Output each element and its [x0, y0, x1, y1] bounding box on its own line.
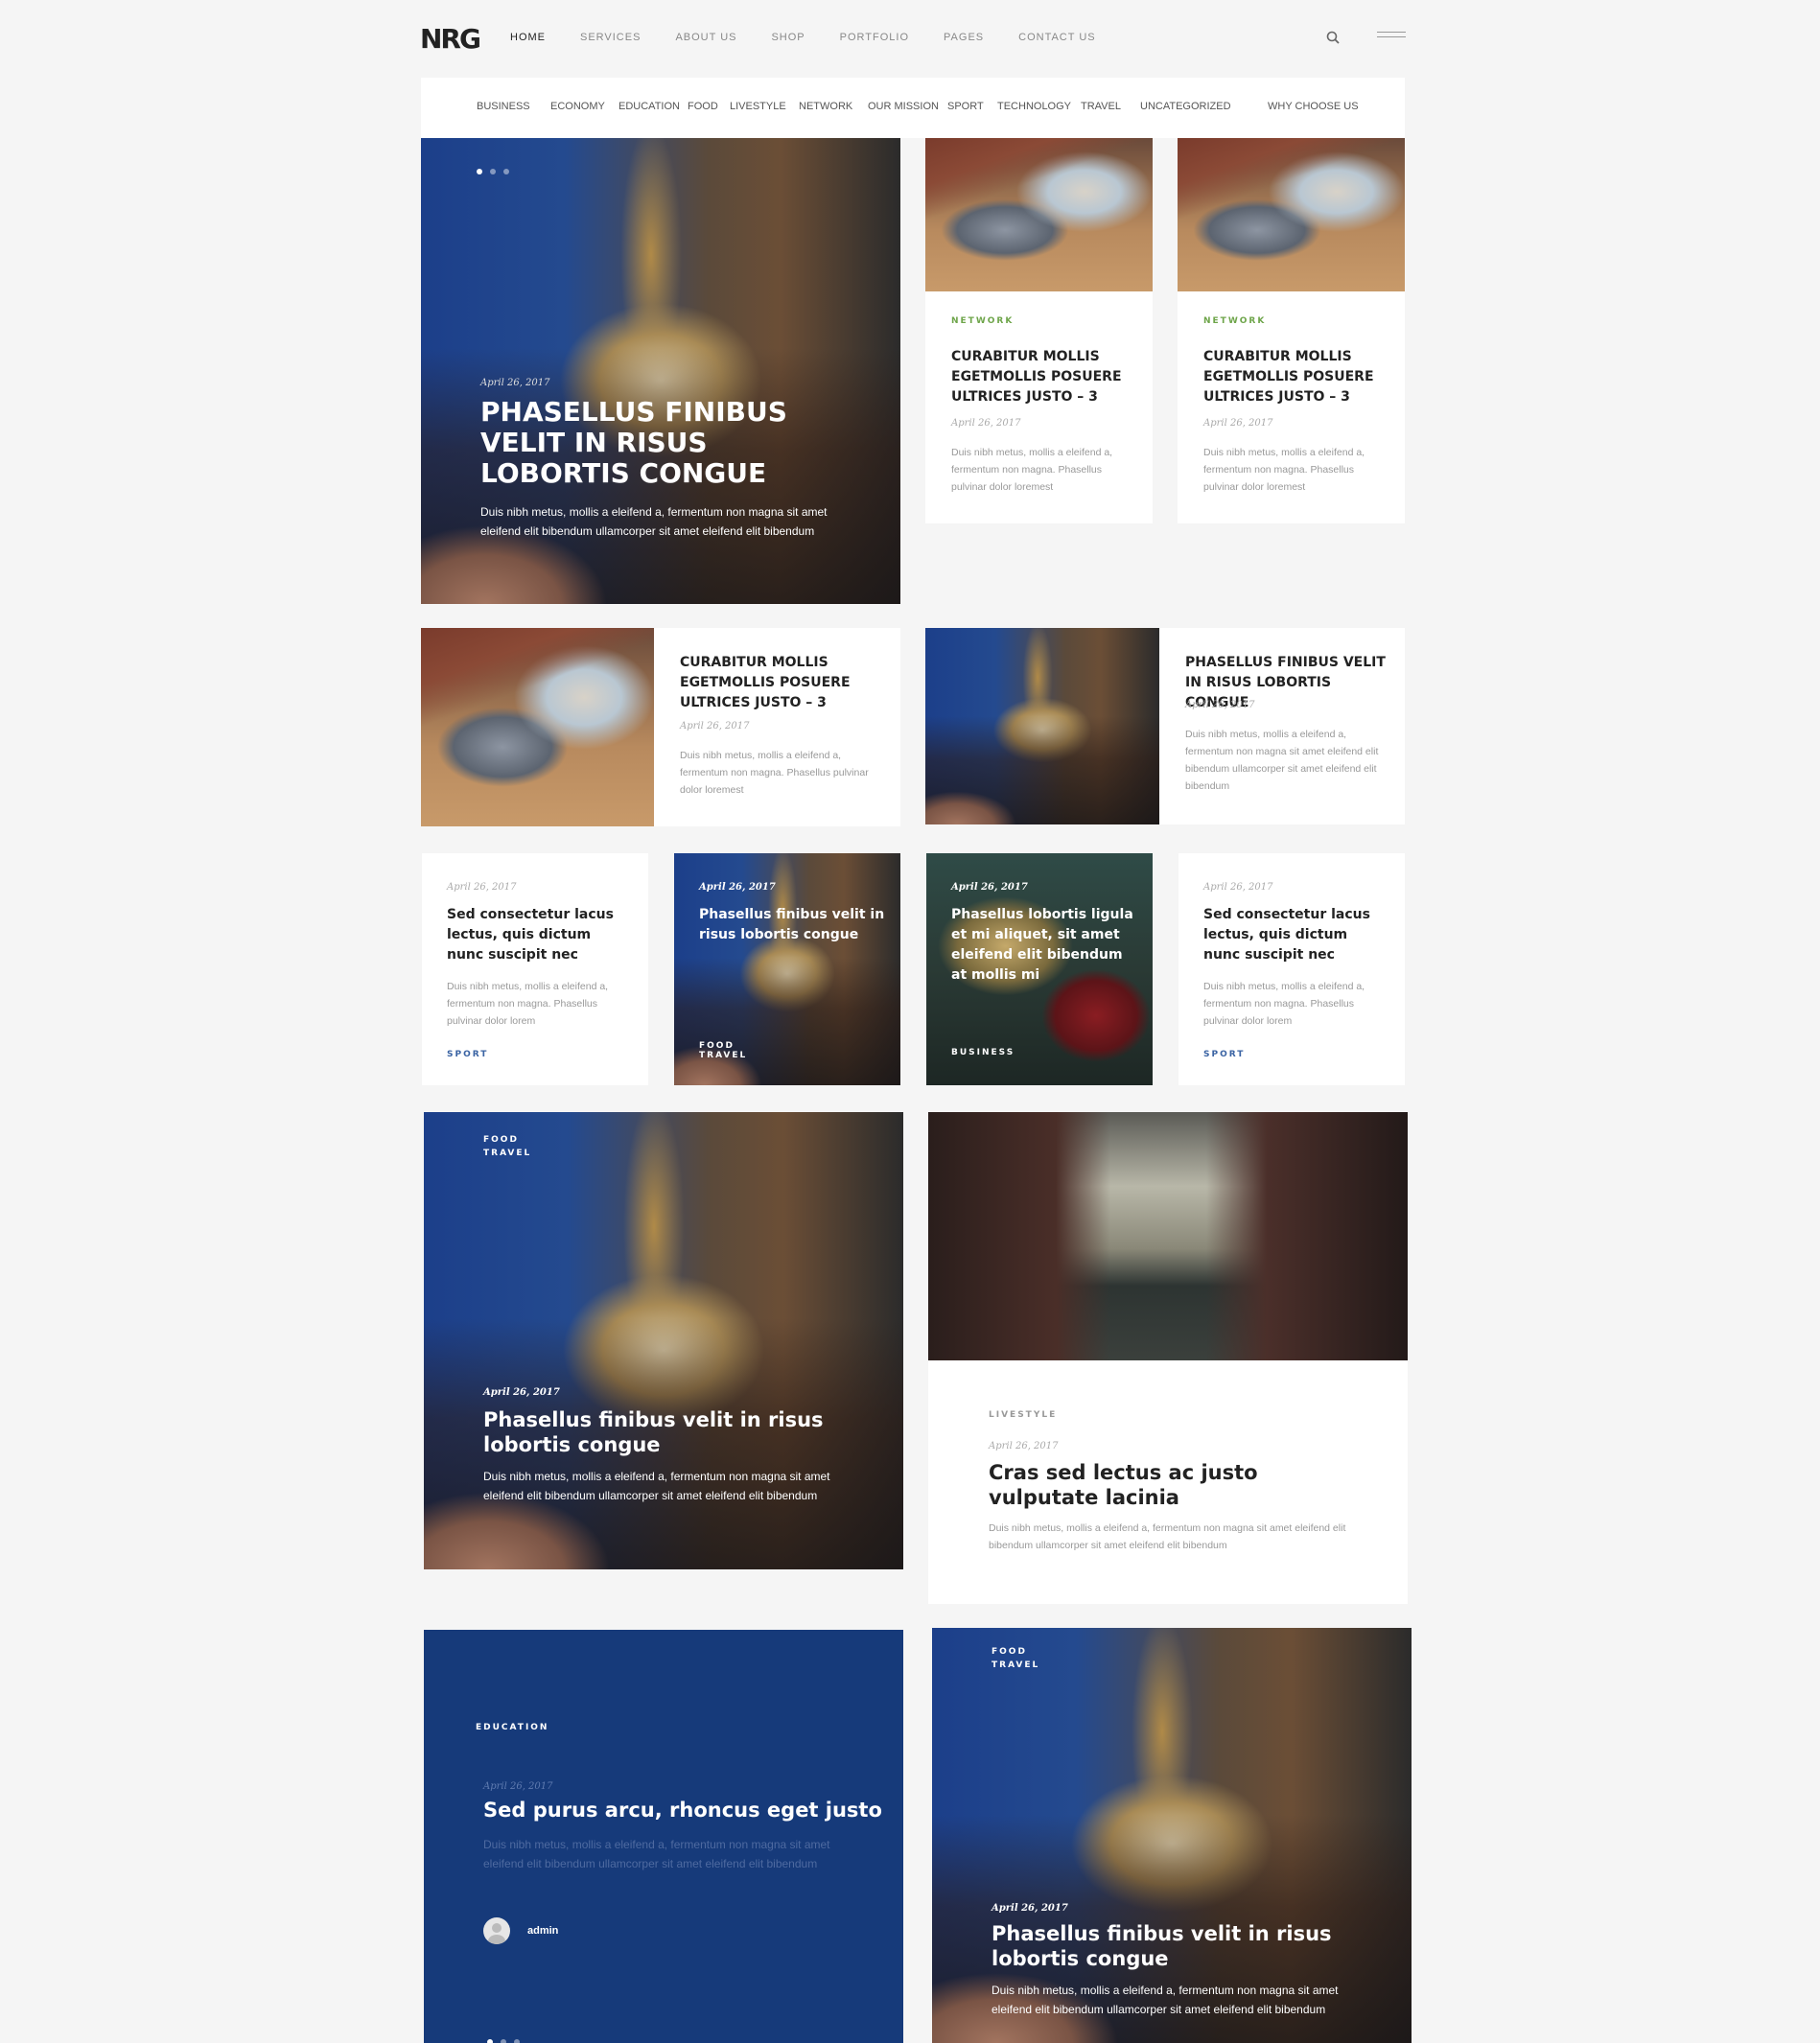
post-card-image[interactable]: April 26, 2017 Phasellus lobortis ligula…	[926, 853, 1153, 1085]
post-date: April 26, 2017	[680, 721, 750, 731]
post-excerpt: Duis nibh metus, mollis a eleifend a, fe…	[989, 1522, 1346, 1551]
author-name[interactable]: admin	[527, 1925, 558, 1937]
post-title[interactable]: Cras sed lectus ac justo vulputate lacin…	[989, 1460, 1372, 1510]
nav-portfolio[interactable]: PORTFOLIO	[840, 32, 909, 43]
user-icon	[488, 1923, 505, 1944]
post-date: April 26, 2017	[1203, 882, 1273, 893]
post-title[interactable]: CURABITUR MOLLIS EGETMOLLIS POSUERE ULTR…	[680, 653, 872, 713]
post-category[interactable]: SPORT	[1203, 1050, 1245, 1059]
post-category[interactable]: FOOD TRAVEL	[992, 1645, 1039, 1672]
cat-why-choose-us[interactable]: WHY CHOOSE US	[1268, 101, 1359, 112]
post-card-horizontal[interactable]: PHASELLUS FINIBUS VELIT IN RISUS LOBORTI…	[925, 628, 1405, 824]
post-excerpt: Duis nibh metus, mollis a eleifend a, fe…	[992, 1984, 1339, 2016]
slider-dots[interactable]	[487, 2032, 527, 2043]
cat-travel[interactable]: TRAVEL	[1081, 101, 1121, 112]
post-card-small[interactable]: April 26, 2017 Sed consectetur lacus lec…	[422, 853, 648, 1085]
post-image[interactable]	[421, 628, 654, 826]
cat-food[interactable]: FOOD	[688, 101, 718, 112]
post-excerpt: Duis nibh metus, mollis a eleifend a, fe…	[447, 981, 609, 1027]
cat-technology[interactable]: TECHNOLOGY	[997, 101, 1071, 112]
menu-icon[interactable]	[1377, 32, 1406, 41]
post-image[interactable]	[1178, 138, 1405, 291]
post-date: April 26, 2017	[992, 1903, 1068, 1914]
hero-slide[interactable]: April 26, 2017 PHASELLUS FINIBUS VELIT I…	[421, 138, 900, 604]
post-excerpt: Duis nibh metus, mollis a eleifend a, fe…	[1185, 729, 1379, 792]
nav-contact-us[interactable]: CONTACT US	[1018, 32, 1096, 43]
hero-title[interactable]: PHASELLUS FINIBUS VELIT IN RISUS LOBORTI…	[480, 397, 845, 489]
post-category[interactable]: EDUCATION	[476, 1723, 548, 1732]
post-category[interactable]: NETWORK	[1203, 316, 1266, 326]
cat-sport[interactable]: SPORT	[947, 101, 984, 112]
hero-excerpt: Duis nibh metus, mollis a eleifend a, fe…	[480, 505, 828, 538]
post-title[interactable]: Phasellus finibus velit in risus loborti…	[483, 1407, 848, 1457]
post-date: April 26, 2017	[483, 1781, 553, 1792]
cat-livestyle[interactable]: LIVESTYLE	[730, 101, 786, 112]
post-category[interactable]: SPORT	[447, 1050, 488, 1059]
post-title[interactable]: Phasellus finibus velit in risus loborti…	[992, 1921, 1356, 1971]
post-date: April 26, 2017	[989, 1441, 1059, 1451]
post-image[interactable]	[928, 1112, 1408, 1360]
hero-date: April 26, 2017	[480, 378, 550, 388]
post-excerpt: Duis nibh metus, mollis a eleifend a, fe…	[1203, 447, 1365, 493]
post-card[interactable]: NETWORK CURABITUR MOLLIS EGETMOLLIS POSU…	[1178, 138, 1405, 523]
post-category[interactable]: FOOD TRAVEL	[699, 1041, 747, 1060]
post-excerpt: Duis nibh metus, mollis a eleifend a, fe…	[483, 1838, 830, 1870]
post-date: April 26, 2017	[951, 882, 1028, 893]
nav-shop[interactable]: SHOP	[771, 32, 805, 43]
post-card-large[interactable]: FOOD TRAVEL April 26, 2017 Phasellus fin…	[932, 1628, 1412, 2043]
post-card-featured[interactable]: EDUCATION April 26, 2017 Sed purus arcu,…	[424, 1630, 903, 2043]
post-category[interactable]: FOOD TRAVEL	[483, 1133, 531, 1160]
post-title[interactable]: CURABITUR MOLLIS EGETMOLLIS POSUERE ULTR…	[951, 347, 1133, 407]
cat-education[interactable]: EDUCATION	[618, 101, 680, 112]
post-card-large[interactable]: LIVESTYLE April 26, 2017 Cras sed lectus…	[928, 1112, 1408, 1604]
post-card[interactable]: NETWORK CURABITUR MOLLIS EGETMOLLIS POSU…	[925, 138, 1153, 523]
nav-services[interactable]: SERVICES	[580, 32, 641, 43]
main-nav: HOME SERVICES ABOUT US SHOP PORTFOLIO PA…	[510, 32, 1096, 43]
post-date: April 26, 2017	[1203, 418, 1273, 429]
post-card-small[interactable]: April 26, 2017 Sed consectetur lacus lec…	[1178, 853, 1405, 1085]
nav-pages[interactable]: PAGES	[944, 32, 984, 43]
cat-our-mission[interactable]: OUR MISSION	[868, 101, 939, 112]
category-bar: BUSINESS ECONOMY EDUCATION FOOD LIVESTYL…	[421, 78, 1405, 138]
post-category[interactable]: BUSINESS	[951, 1048, 1015, 1057]
post-title[interactable]: Phasellus finibus velit in risus loborti…	[699, 905, 886, 945]
post-card-horizontal[interactable]: CURABITUR MOLLIS EGETMOLLIS POSUERE ULTR…	[421, 628, 900, 826]
post-excerpt: Duis nibh metus, mollis a eleifend a, fe…	[680, 750, 869, 796]
nav-about-us[interactable]: ABOUT US	[675, 32, 736, 43]
post-category[interactable]: LIVESTYLE	[989, 1410, 1057, 1420]
cat-economy[interactable]: ECONOMY	[550, 101, 605, 112]
post-date: April 26, 2017	[1185, 700, 1255, 710]
post-title[interactable]: Sed consectetur lacus lectus, quis dictu…	[447, 905, 629, 965]
cat-business[interactable]: BUSINESS	[477, 101, 530, 112]
cat-uncategorized[interactable]: UNCATEGORIZED	[1140, 101, 1231, 112]
search-icon[interactable]	[1326, 31, 1340, 44]
site-logo[interactable]: NRG	[420, 23, 481, 55]
post-title[interactable]: Sed consectetur lacus lectus, quis dictu…	[1203, 905, 1386, 965]
post-title[interactable]: Phasellus lobortis ligula et mi aliquet,…	[951, 905, 1138, 986]
post-card-image[interactable]: April 26, 2017 Phasellus finibus velit i…	[674, 853, 900, 1085]
post-excerpt: Duis nibh metus, mollis a eleifend a, fe…	[1203, 981, 1365, 1027]
post-category[interactable]: NETWORK	[951, 316, 1014, 326]
post-date: April 26, 2017	[447, 882, 517, 893]
post-excerpt: Duis nibh metus, mollis a eleifend a, fe…	[483, 1470, 830, 1502]
post-excerpt: Duis nibh metus, mollis a eleifend a, fe…	[951, 447, 1113, 493]
post-image[interactable]	[925, 138, 1153, 291]
post-date: April 26, 2017	[699, 882, 776, 893]
post-date: April 26, 2017	[483, 1387, 560, 1398]
cat-network[interactable]: NETWORK	[799, 101, 852, 112]
nav-home[interactable]: HOME	[510, 32, 546, 43]
post-card-large[interactable]: FOOD TRAVEL April 26, 2017 Phasellus fin…	[424, 1112, 903, 1569]
post-image[interactable]	[925, 628, 1159, 824]
post-date: April 26, 2017	[951, 418, 1021, 429]
avatar[interactable]	[483, 1917, 510, 1944]
hero-slider-dots[interactable]	[477, 162, 517, 179]
post-title[interactable]: CURABITUR MOLLIS EGETMOLLIS POSUERE ULTR…	[1203, 347, 1386, 407]
post-title[interactable]: Sed purus arcu, rhoncus eget justo	[483, 1798, 886, 1822]
